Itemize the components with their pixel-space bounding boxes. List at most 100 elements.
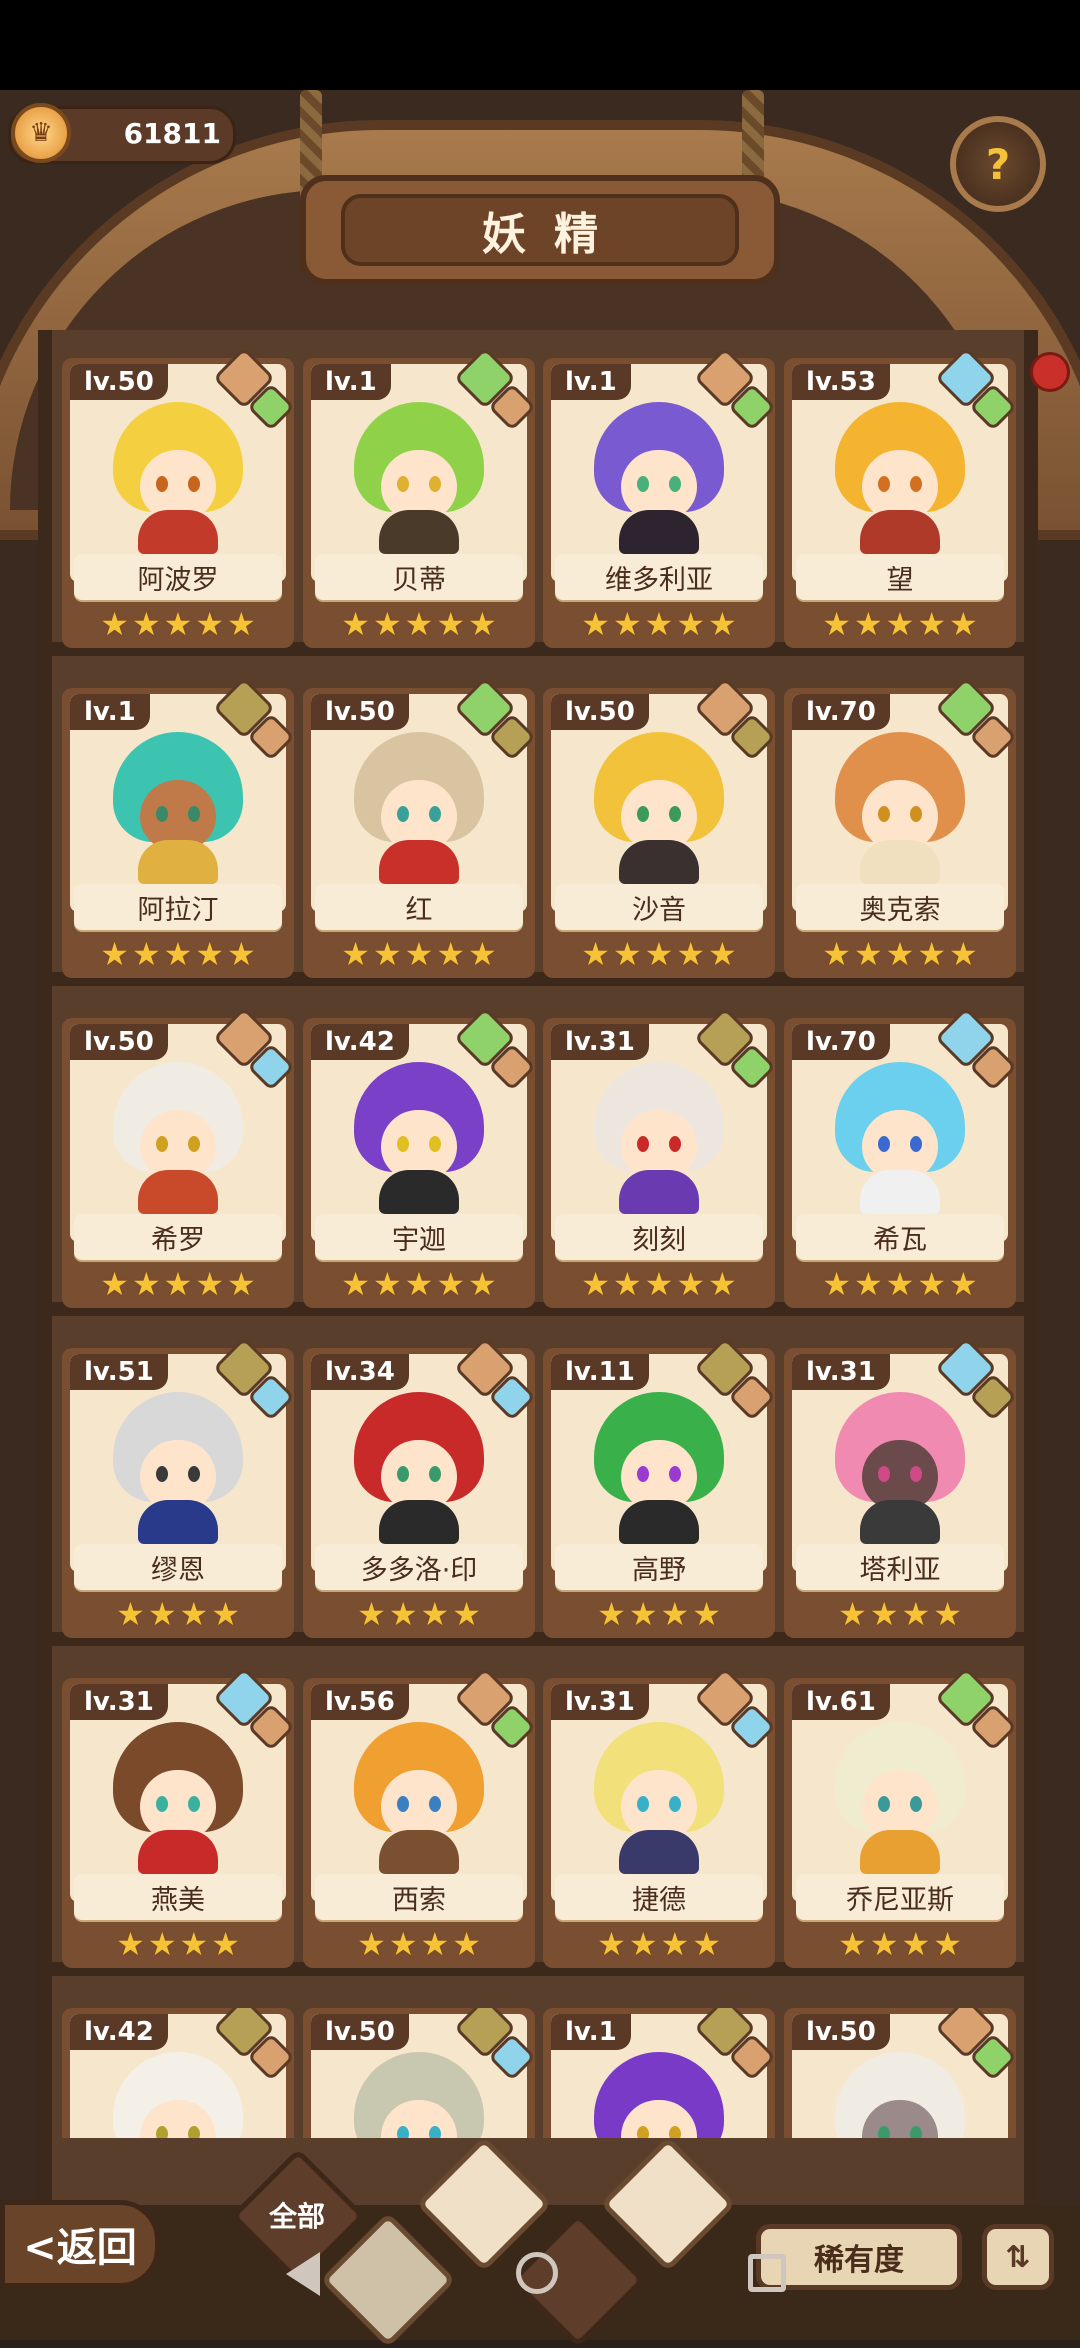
- star-icon: ★: [420, 1925, 450, 1963]
- level-tag: lv.61: [792, 1684, 890, 1720]
- star-icon: ★: [644, 935, 674, 973]
- fairy-name: 缪恩: [74, 1544, 282, 1590]
- star-icon: ★: [917, 935, 947, 973]
- fairy-card[interactable]: lv.1: [543, 2008, 775, 2138]
- back-button[interactable]: <返回: [0, 2200, 160, 2288]
- fairy-card[interactable]: lv.1 阿拉汀 ★ ★ ★ ★ ★: [62, 676, 296, 984]
- nav-recents-icon[interactable]: [748, 2254, 786, 2292]
- fairy-card[interactable]: lv.50 红 ★ ★ ★ ★ ★: [303, 676, 537, 984]
- star-icon: ★: [644, 1265, 674, 1303]
- fairy-card[interactable]: lv.1 贝蒂 ★ ★ ★ ★ ★: [303, 346, 537, 654]
- fairy-portrait: [113, 732, 243, 884]
- fairy-card[interactable]: lv.31 刻刻 ★ ★ ★ ★ ★: [543, 1006, 777, 1314]
- nav-home-icon[interactable]: [516, 2252, 558, 2294]
- level-tag: lv.56: [311, 1684, 409, 1720]
- fairy-name: 西索: [315, 1874, 523, 1920]
- star-rating: ★ ★ ★ ★: [62, 1596, 294, 1632]
- star-icon: ★: [676, 935, 706, 973]
- level-tag: lv.50: [70, 364, 168, 400]
- star-icon: ★: [708, 1265, 737, 1303]
- nav-back-icon[interactable]: [286, 2252, 320, 2296]
- fairy-portrait: [354, 732, 484, 884]
- star-icon: ★: [933, 1925, 962, 1963]
- star-icon: ★: [901, 1925, 931, 1963]
- help-button[interactable]: ?: [950, 116, 1046, 212]
- star-icon: ★: [581, 605, 610, 643]
- fairy-card[interactable]: lv.42 宇迦 ★ ★ ★ ★ ★: [303, 1006, 537, 1314]
- fairy-card[interactable]: lv.53 望 ★ ★ ★ ★ ★: [784, 346, 1018, 654]
- star-icon: ★: [822, 935, 851, 973]
- level-tag: lv.1: [551, 364, 631, 400]
- star-icon: ★: [116, 1925, 145, 1963]
- fairy-card[interactable]: lv.1 维多利亚 ★ ★ ★ ★ ★: [543, 346, 777, 654]
- star-icon: ★: [468, 605, 497, 643]
- fairy-portrait: [835, 1722, 965, 1874]
- star-icon: ★: [227, 935, 256, 973]
- star-icon: ★: [901, 1595, 931, 1633]
- fairy-name: 刻刻: [555, 1214, 763, 1260]
- fairy-card[interactable]: lv.31 燕美 ★ ★ ★ ★: [62, 1666, 296, 1974]
- star-icon: ★: [612, 935, 642, 973]
- fairy-card[interactable]: lv.70 奥克索 ★ ★ ★ ★ ★: [784, 676, 1018, 984]
- fairy-name: 沙音: [555, 884, 763, 930]
- fairy-card[interactable]: lv.34 多多洛·印 ★ ★ ★ ★: [303, 1336, 537, 1644]
- star-icon: ★: [468, 935, 497, 973]
- fairy-card[interactable]: lv.31 塔利亚 ★ ★ ★ ★: [784, 1336, 1018, 1644]
- star-icon: ★: [436, 605, 466, 643]
- star-icon: ★: [116, 1595, 145, 1633]
- star-rating: ★ ★ ★ ★ ★: [784, 936, 1016, 972]
- level-tag: lv.31: [551, 1684, 649, 1720]
- sort-icon: ⇅: [1005, 2239, 1031, 2275]
- fairy-name: 望: [796, 554, 1004, 600]
- fairy-portrait: [354, 1392, 484, 1544]
- star-icon: ★: [388, 1595, 418, 1633]
- fairy-portrait: [835, 402, 965, 554]
- fairy-card[interactable]: lv.56 西索 ★ ★ ★ ★: [303, 1666, 537, 1974]
- level-tag: lv.50: [70, 1024, 168, 1060]
- star-rating: ★ ★ ★ ★: [543, 1926, 775, 1962]
- fairy-card[interactable]: lv.70 希瓦 ★ ★ ★ ★ ★: [784, 1006, 1018, 1314]
- star-icon: ★: [341, 605, 370, 643]
- fairy-card[interactable]: lv.50 阿波罗 ★ ★ ★ ★ ★: [62, 346, 296, 654]
- status-bar: [0, 0, 1080, 90]
- star-icon: ★: [597, 1595, 626, 1633]
- star-icon: ★: [341, 1265, 370, 1303]
- fairy-portrait: [835, 2052, 965, 2138]
- star-icon: ★: [692, 1925, 721, 1963]
- level-tag: lv.70: [792, 694, 890, 730]
- star-rating: ★ ★ ★ ★: [303, 1926, 535, 1962]
- fairy-card[interactable]: lv.31 捷德 ★ ★ ★ ★: [543, 1666, 777, 1974]
- fairy-card[interactable]: lv.42: [62, 2008, 294, 2138]
- star-icon: ★: [163, 1265, 193, 1303]
- star-icon: ★: [452, 1595, 481, 1633]
- fairy-card[interactable]: lv.50 希罗 ★ ★ ★ ★ ★: [62, 1006, 296, 1314]
- fairy-portrait: [594, 1392, 724, 1544]
- fairy-card[interactable]: lv.11 高野 ★ ★ ★ ★: [543, 1336, 777, 1644]
- star-rating: ★ ★ ★ ★ ★: [303, 936, 535, 972]
- fairy-card[interactable]: lv.51 缪恩 ★ ★ ★ ★: [62, 1336, 296, 1644]
- star-icon: ★: [853, 605, 883, 643]
- fairy-portrait: [594, 1722, 724, 1874]
- rarity-sort-button[interactable]: 稀有度: [756, 2224, 962, 2290]
- fairy-name: 维多利亚: [555, 554, 763, 600]
- star-icon: ★: [581, 1265, 610, 1303]
- page-title: 妖精: [341, 194, 739, 266]
- star-icon: ★: [612, 605, 642, 643]
- fairy-card[interactable]: lv.50 沙音 ★ ★ ★ ★ ★: [543, 676, 777, 984]
- fairy-card[interactable]: lv.61 乔尼亚斯 ★ ★ ★ ★: [784, 1666, 1018, 1974]
- level-tag: lv.51: [70, 1354, 168, 1390]
- fairy-portrait: [113, 402, 243, 554]
- fairy-card[interactable]: lv.50: [303, 2008, 535, 2138]
- star-icon: ★: [341, 935, 370, 973]
- fairy-portrait: [835, 1062, 965, 1214]
- level-tag: lv.31: [70, 1684, 168, 1720]
- star-rating: ★ ★ ★ ★ ★: [303, 1266, 535, 1302]
- fairy-card[interactable]: lv.50: [784, 2008, 1016, 2138]
- coin-value: 61811: [123, 117, 221, 150]
- level-tag: lv.1: [311, 364, 391, 400]
- star-icon: ★: [131, 935, 161, 973]
- question-icon: ?: [985, 139, 1011, 189]
- level-tag: lv.42: [311, 1024, 409, 1060]
- star-rating: ★ ★ ★ ★: [543, 1596, 775, 1632]
- sort-order-button[interactable]: ⇅: [982, 2224, 1054, 2290]
